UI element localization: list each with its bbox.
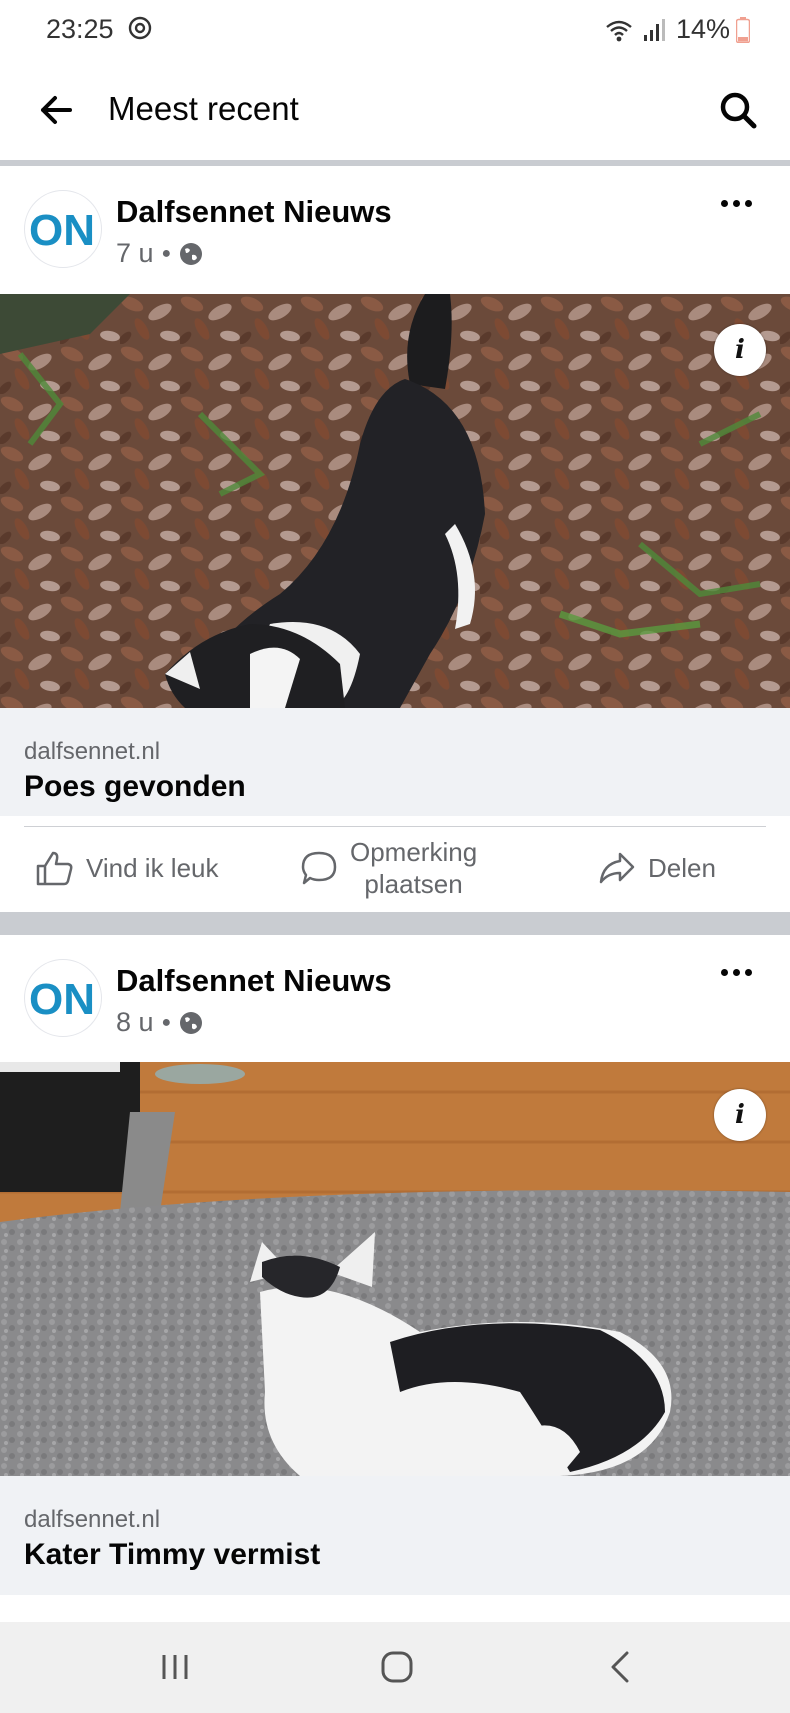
globe-icon [180, 242, 203, 265]
post-photo[interactable]: i [0, 294, 790, 708]
thumbs-up-icon [36, 851, 73, 886]
post-meta: 7 u ● [116, 238, 203, 269]
home-icon [381, 1651, 413, 1683]
post-author[interactable]: Dalfsennet Nieuws [116, 963, 392, 999]
share-button[interactable]: Delen [598, 824, 716, 912]
link-domain: dalfsennet.nl [24, 1506, 161, 1533]
info-icon: i [735, 1100, 745, 1130]
more-dot-icon [744, 199, 752, 207]
more-dot-icon [744, 968, 752, 976]
post-meta: 8 u ● [116, 1007, 203, 1038]
avatar-text: ON [29, 975, 95, 1024]
feed-post: ON Dalfsennet Nieuws 8 u ● i dalfsennet.… [0, 935, 790, 1595]
battery-low-icon [736, 16, 750, 43]
wifi-icon [606, 20, 632, 41]
meta-separator: ● [161, 244, 172, 262]
recent-apps-button[interactable] [145, 1642, 205, 1692]
post-header: ON Dalfsennet Nieuws 7 u ● [0, 166, 790, 294]
link-domain: dalfsennet.nl [24, 738, 161, 765]
cat-on-rug-image [0, 1062, 790, 1476]
post-header: ON Dalfsennet Nieuws 8 u ● [0, 935, 790, 1063]
link-preview[interactable]: dalfsennet.nl Kater Timmy vermist [0, 1476, 790, 1595]
info-icon: i [735, 335, 745, 365]
on-logo-icon: ON [26, 961, 100, 1035]
search-icon [720, 92, 757, 129]
back-button[interactable] [30, 84, 82, 136]
arrow-left-icon [41, 96, 72, 124]
more-dot-icon [720, 968, 728, 976]
post-actions: Vind ik leuk Opmerking plaatsen Delen [0, 824, 790, 912]
comment-icon [301, 851, 337, 885]
system-nav-bar [0, 1622, 790, 1713]
comment-label: Opmerking plaatsen [350, 836, 477, 900]
post-photo[interactable]: i [0, 1062, 790, 1476]
more-dot-icon [732, 968, 740, 976]
photo-info-button[interactable]: i [714, 324, 766, 376]
photo-info-button[interactable]: i [714, 1089, 766, 1141]
app-bar: Meest recent [0, 62, 790, 160]
more-dot-icon [720, 199, 728, 207]
status-time: 23:25 [46, 14, 114, 44]
comment-button[interactable]: Opmerking plaatsen [300, 824, 477, 912]
link-title: Poes gevonden [24, 770, 246, 803]
system-back-button[interactable] [590, 1642, 650, 1692]
search-button[interactable] [712, 84, 764, 136]
page-title: Meest recent [108, 90, 299, 127]
avatar[interactable]: ON [24, 190, 102, 268]
more-dot-icon [732, 199, 740, 207]
feed-separator [0, 912, 790, 935]
post-author[interactable]: Dalfsennet Nieuws [116, 194, 392, 230]
more-options-button[interactable] [712, 188, 760, 218]
home-button[interactable] [367, 1642, 427, 1692]
share-icon [599, 852, 635, 884]
like-button[interactable]: Vind ik leuk [36, 824, 219, 912]
avatar[interactable]: ON [24, 959, 102, 1037]
status-bar: 23:25 14% [0, 0, 790, 62]
avatar-text: ON [29, 206, 95, 255]
recent-apps-icon [162, 1655, 188, 1679]
comment-label-line2: plaatsen [364, 869, 463, 899]
sync-icon [128, 16, 152, 40]
share-label: Delen [648, 852, 716, 883]
link-title: Kater Timmy vermist [24, 1538, 321, 1571]
status-right-group: 14% [604, 14, 750, 45]
globe-icon [180, 1011, 203, 1034]
more-options-button[interactable] [712, 957, 760, 987]
on-logo-icon: ON [26, 192, 100, 266]
like-label: Vind ik leuk [86, 852, 219, 883]
comment-label-line1: Opmerking [350, 837, 478, 867]
signal-icon [643, 18, 665, 41]
post-time[interactable]: 8 u [116, 1007, 154, 1038]
meta-separator: ● [161, 1013, 172, 1031]
battery-percentage: 14% [675, 14, 730, 44]
post-time[interactable]: 7 u [116, 238, 154, 269]
cat-on-leaves-image [0, 294, 790, 708]
feed-post: ON Dalfsennet Nieuws 7 u ● i dalfsennet.… [0, 166, 790, 912]
link-preview[interactable]: dalfsennet.nl Poes gevonden [0, 708, 790, 816]
back-icon [611, 1651, 629, 1683]
